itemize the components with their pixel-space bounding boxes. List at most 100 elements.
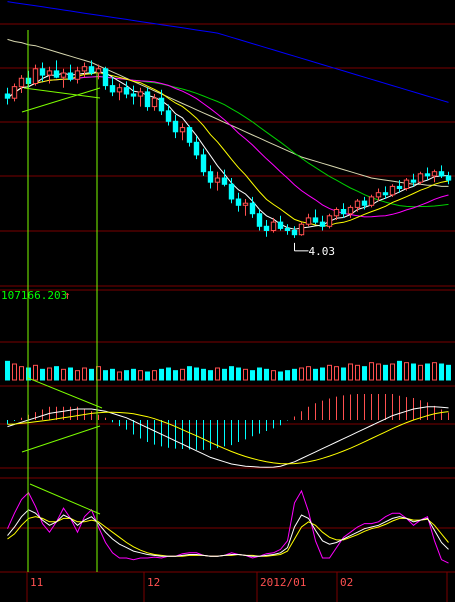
candle-body <box>46 70 53 76</box>
candle-body <box>228 183 235 200</box>
candle-body <box>417 173 424 183</box>
candle-body <box>284 227 291 231</box>
candle-body <box>431 171 438 177</box>
kdj-k-line <box>7 509 449 557</box>
volume-bar <box>425 363 430 381</box>
candle-body <box>277 221 284 229</box>
volume-bar <box>243 368 248 381</box>
candle-body <box>249 202 256 215</box>
candle-body <box>312 217 319 223</box>
volume-bar <box>124 370 129 381</box>
candle-body <box>102 68 109 87</box>
candle-body <box>158 97 165 112</box>
volume-bar <box>320 367 325 381</box>
candle-body <box>235 198 242 206</box>
candle-body <box>179 127 186 133</box>
volume-bar <box>313 368 318 381</box>
candle-body <box>144 91 151 108</box>
candle-body <box>74 70 81 80</box>
x-axis-label: 02 <box>340 576 353 589</box>
candle-body <box>53 70 60 78</box>
volume-bar <box>40 368 45 381</box>
volume-bar <box>285 370 290 381</box>
candle-body <box>438 171 445 177</box>
volume-bar <box>61 368 66 381</box>
volume-bar <box>362 366 367 381</box>
candle-body <box>32 68 39 85</box>
candle-body <box>347 206 354 215</box>
trend-line <box>27 377 103 409</box>
volume-bar <box>446 364 451 381</box>
volume-bar <box>47 367 52 381</box>
candle-body <box>200 154 207 173</box>
candle-body <box>193 141 200 156</box>
volume-bar <box>145 371 150 381</box>
candle-body <box>375 192 382 198</box>
x-axis-label: 11 <box>30 576 43 589</box>
volume-bar <box>138 370 143 381</box>
volume-bar <box>355 364 360 381</box>
volume-bar <box>215 367 220 381</box>
candle-body <box>172 120 179 133</box>
volume-bar <box>187 366 192 381</box>
trend-line <box>21 87 101 113</box>
candle-body <box>221 177 228 185</box>
candle-body <box>354 200 361 208</box>
chart-canvas: 4.03 107166.203↑ 11 12 2012/01 02 <box>0 1 455 602</box>
volume-bar <box>383 364 388 381</box>
candle-body <box>396 185 403 189</box>
candle-body <box>137 91 144 97</box>
candle-body <box>130 93 137 97</box>
candle-body <box>410 179 417 183</box>
candle-body <box>18 77 25 88</box>
candle-body <box>4 93 11 99</box>
volume-bar <box>306 366 311 381</box>
candle-body <box>424 173 431 177</box>
candle-body <box>67 72 74 80</box>
candle-body <box>305 217 312 225</box>
volume-bar <box>12 363 17 381</box>
volume-bar <box>348 363 353 381</box>
volume-bar <box>68 367 73 381</box>
volume-bar <box>208 370 213 381</box>
stock-chart: 4.03 107166.203 ↑ 11 12 2012/01 02 <box>0 0 455 602</box>
volume-bar <box>131 368 136 381</box>
volume-bar <box>299 367 304 381</box>
volume-bar <box>54 366 59 381</box>
volume-bar <box>376 363 381 381</box>
volume-bar <box>152 370 157 381</box>
volume-bar <box>173 370 178 381</box>
kdj-d-line <box>7 516 449 557</box>
volume-bar <box>411 363 416 381</box>
volume-bar <box>117 371 122 381</box>
candle-body <box>403 179 410 190</box>
volume-bar <box>271 370 276 381</box>
volume-bar <box>75 370 80 381</box>
volume-bar <box>82 367 87 381</box>
candle-body <box>39 68 46 76</box>
candle-body <box>60 72 67 78</box>
kdj-j-line <box>7 489 449 564</box>
candle-body <box>88 66 95 74</box>
candle-body <box>270 221 277 232</box>
candle-body <box>256 213 263 227</box>
volume-bar <box>194 367 199 381</box>
volume-bar <box>250 370 255 381</box>
candle-body <box>340 209 347 215</box>
volume-bar <box>159 368 164 381</box>
candle-body <box>291 230 298 236</box>
volume-bar <box>180 368 185 381</box>
volume-bar <box>390 363 395 381</box>
candle-body <box>214 177 221 183</box>
volume-bar <box>229 366 234 381</box>
candle-body <box>298 223 305 236</box>
candle-body <box>242 202 249 206</box>
candle-body <box>389 185 396 196</box>
candle-body <box>165 110 172 122</box>
ma-line-ma20 <box>7 75 449 218</box>
candle-body <box>368 196 375 206</box>
candle-body <box>361 200 368 206</box>
volume-bar <box>5 360 10 381</box>
volume-up-arrow: ↑ <box>64 289 71 302</box>
volume-bar <box>222 368 227 381</box>
